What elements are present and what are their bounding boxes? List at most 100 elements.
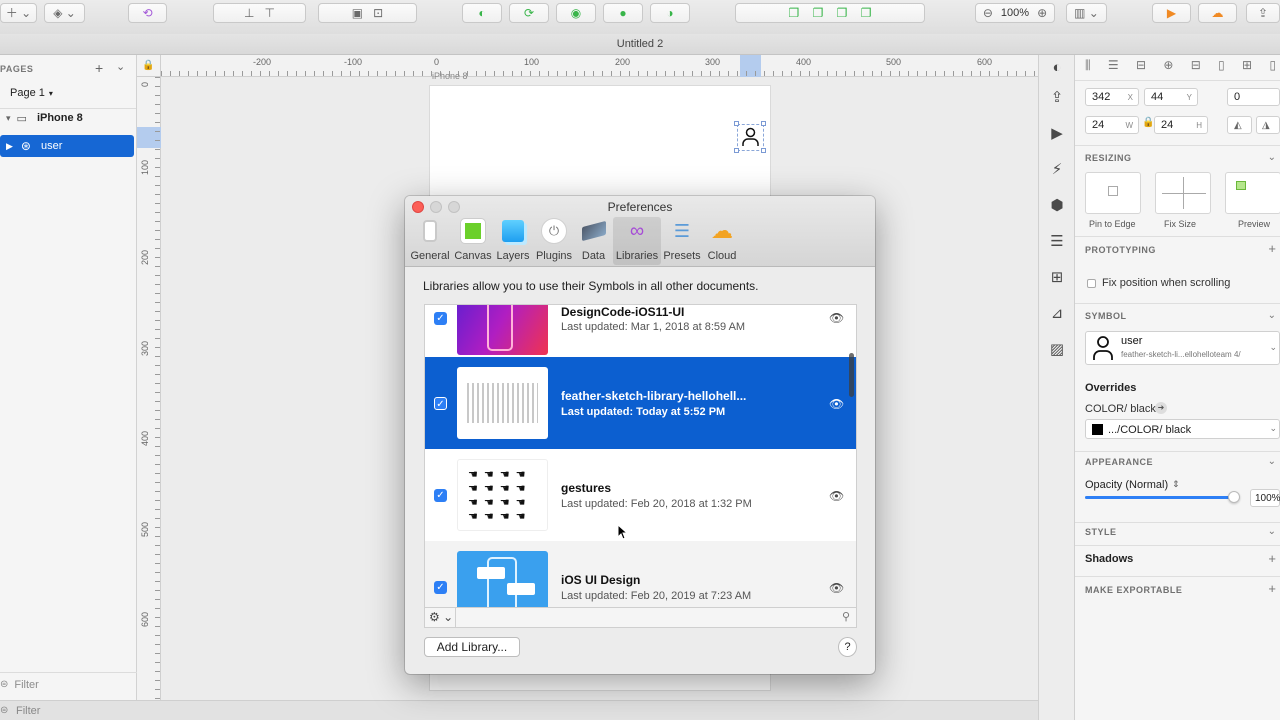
image-icon[interactable]: ▨ <box>1046 338 1068 360</box>
export-icon[interactable]: ⇪ <box>1046 86 1068 108</box>
list-scrollbar[interactable] <box>849 353 854 397</box>
user-icon[interactable] <box>742 127 759 147</box>
library-search-input[interactable] <box>457 609 832 625</box>
boolean-subtract-button[interactable]: ◑ <box>650 3 690 23</box>
transform-group[interactable]: ▣ ⊡ <box>318 3 417 23</box>
fix-size-control[interactable] <box>1155 172 1211 214</box>
library-thumbnail: ☚☚☚☚ ☚☚☚☚ ☚☚☚☚ ☚☚☚☚ <box>457 459 548 531</box>
tab-libraries[interactable]: ∞ Libraries <box>613 217 661 265</box>
search-icon[interactable]: ⚲ <box>842 610 850 623</box>
lightning-icon[interactable]: ⚡ <box>1046 158 1068 180</box>
library-row[interactable]: ✓ iOS UI Design Last updated: Feb 20, 20… <box>425 541 856 607</box>
tab-general[interactable]: General <box>410 217 450 265</box>
opacity-field[interactable]: 100% <box>1250 489 1280 507</box>
layer-item-user[interactable]: ▶ ⊛ user <box>0 135 134 157</box>
view-menu-button[interactable]: ▥ ⌄ <box>1066 3 1107 23</box>
sync-button[interactable]: ⟲ <box>128 3 167 23</box>
list-icon[interactable]: ☰ <box>1046 230 1068 252</box>
boolean-refresh-button[interactable]: ⟳ <box>509 3 549 23</box>
add-export-icon[interactable]: + <box>1268 581 1276 596</box>
inspector-icon-column: ◐ ⇪ ▶ ⚡ ⬢ ☰ ⊞ ⊿ ▨ <box>1038 55 1075 720</box>
play-icon[interactable]: ▶ <box>1046 122 1068 144</box>
components-icon[interactable]: ⊞ <box>1046 266 1068 288</box>
library-checkbox[interactable]: ✓ <box>434 581 447 594</box>
fix-position-checkbox[interactable] <box>1087 279 1096 288</box>
libraries-link-icon: ∞ <box>629 219 645 242</box>
bottom-filter-label[interactable]: Filter <box>16 705 40 717</box>
page-selector[interactable]: Page 1 ▾ <box>0 82 136 104</box>
library-row-selected[interactable]: ✓ feather-sketch-library-hellohell... La… <box>425 357 856 449</box>
inspector-icon[interactable]: ◐ <box>1046 56 1068 78</box>
boolean-intersect-button[interactable]: ◉ <box>556 3 596 23</box>
arrange-group[interactable]: ❐ ❐ ❐ ❐ <box>735 3 925 23</box>
gear-icon[interactable]: ⚙ ⌄ <box>429 610 453 624</box>
help-button[interactable]: ? <box>838 637 857 657</box>
library-row[interactable]: ✓ ☚☚☚☚ ☚☚☚☚ ☚☚☚☚ ☚☚☚☚ gestures Last updated… <box>425 449 856 541</box>
hexagon-icon[interactable]: ⬢ <box>1046 194 1068 216</box>
flip-vertical-button[interactable]: ◮ <box>1256 116 1280 134</box>
artboard-label: iPhone 8 <box>432 71 468 81</box>
library-checkbox[interactable]: ✓ <box>434 312 447 325</box>
eye-icon[interactable]: 👁 <box>829 489 844 503</box>
add-shadow-icon[interactable]: + <box>1268 551 1276 566</box>
tab-cloud[interactable]: ☁ Cloud <box>705 217 739 265</box>
eye-icon[interactable]: 👁 <box>829 397 844 411</box>
preview-button[interactable]: ▶ <box>1152 3 1191 23</box>
chevron-down-icon[interactable]: ⌄ <box>1268 310 1276 321</box>
layers-menu-button[interactable]: ◈ ⌄ <box>44 3 85 23</box>
resize-handle[interactable] <box>761 148 766 153</box>
ruler-lock-icon[interactable]: 🔒 <box>137 55 161 77</box>
insert-button[interactable]: ＋ ⌄ <box>0 3 37 23</box>
boolean-difference-button[interactable]: ● <box>603 3 643 23</box>
resize-handle[interactable] <box>734 121 739 126</box>
x-field[interactable]: 342 X <box>1085 88 1139 106</box>
share-button[interactable]: ⇪ <box>1246 3 1280 23</box>
library-row[interactable]: ✓ DesignCode-iOS11-UI Last updated: Mar … <box>425 305 856 365</box>
rotation-field[interactable]: 0 <box>1227 88 1280 106</box>
tab-plugins[interactable]: ⏻ Plugins <box>535 217 573 265</box>
opacity-slider-knob[interactable] <box>1227 491 1240 503</box>
up-down-icon[interactable]: ⇕ <box>1172 479 1180 490</box>
layer-item-artboard[interactable]: ▾ ▭ iPhone 8 <box>0 107 136 129</box>
boolean-union-button[interactable]: ◐ <box>462 3 502 23</box>
eye-icon[interactable]: 👁 <box>829 311 844 325</box>
override-select[interactable]: .../COLOR/ black ⌄ <box>1085 419 1280 439</box>
chevron-down-icon[interactable]: ⌄ <box>1268 152 1276 163</box>
tab-canvas[interactable]: Canvas <box>454 217 492 265</box>
preview-box-icon <box>1236 181 1246 190</box>
pin-to-edge-control[interactable] <box>1085 172 1141 214</box>
y-field[interactable]: 44 Y <box>1144 88 1198 106</box>
opacity-slider[interactable] <box>1085 491 1240 503</box>
collapse-pages-icon[interactable]: ⌄ <box>116 60 125 73</box>
tab-layers[interactable]: Layers <box>495 217 531 265</box>
align-group[interactable]: ⊥ ⊤ <box>213 3 306 23</box>
library-checkbox[interactable]: ✓ <box>434 489 447 502</box>
vertical-ruler[interactable]: 0 100 200 300 400 500 600 <box>137 77 161 700</box>
add-page-icon[interactable]: + <box>95 60 103 76</box>
tab-data[interactable]: Data <box>578 217 609 265</box>
flip-horizontal-button[interactable]: ◭ <box>1227 116 1252 134</box>
add-library-button[interactable]: Add Library... <box>424 637 520 657</box>
lock-ratio-icon[interactable]: 🔒 <box>1142 117 1154 128</box>
zoom-in-icon[interactable]: ⊕ <box>1037 7 1047 19</box>
tab-presets[interactable]: ☰ Presets <box>663 217 701 265</box>
symbol-selector[interactable]: user feather-sketch-li...ellohelloteam 4… <box>1085 331 1280 365</box>
arrow-right-icon[interactable]: ➜ <box>1155 402 1167 414</box>
eye-icon[interactable]: 👁 <box>829 581 844 595</box>
chevron-down-icon[interactable]: ⌄ <box>1268 456 1276 467</box>
cloud-button[interactable]: ☁ <box>1198 3 1237 23</box>
width-field[interactable]: 24 W <box>1085 116 1139 134</box>
library-checkbox[interactable]: ✓ <box>434 397 447 410</box>
zoom-out-icon[interactable]: ⊖ <box>983 7 993 19</box>
horizontal-ruler[interactable]: -200 -100 0 100 200 300 400 500 600 <box>161 55 1038 77</box>
resize-handle[interactable] <box>761 121 766 126</box>
add-prototyping-icon[interactable]: + <box>1268 241 1276 256</box>
filter-field[interactable]: ⊜ Filter <box>0 672 137 696</box>
resize-handle[interactable] <box>734 148 739 153</box>
libraries-list[interactable]: ✓ DesignCode-iOS11-UI Last updated: Mar … <box>424 304 857 608</box>
zoom-control[interactable]: ⊖ 100% ⊕ <box>975 3 1055 23</box>
alignment-icons[interactable]: ⫼ ☰ ⊟ ⊕ ⊟ ▯ ⊞ ▯ <box>1085 58 1280 73</box>
height-field[interactable]: 24 H <box>1154 116 1208 134</box>
chevron-down-icon[interactable]: ⌄ <box>1268 526 1276 537</box>
transform-icon[interactable]: ⊿ <box>1046 302 1068 324</box>
